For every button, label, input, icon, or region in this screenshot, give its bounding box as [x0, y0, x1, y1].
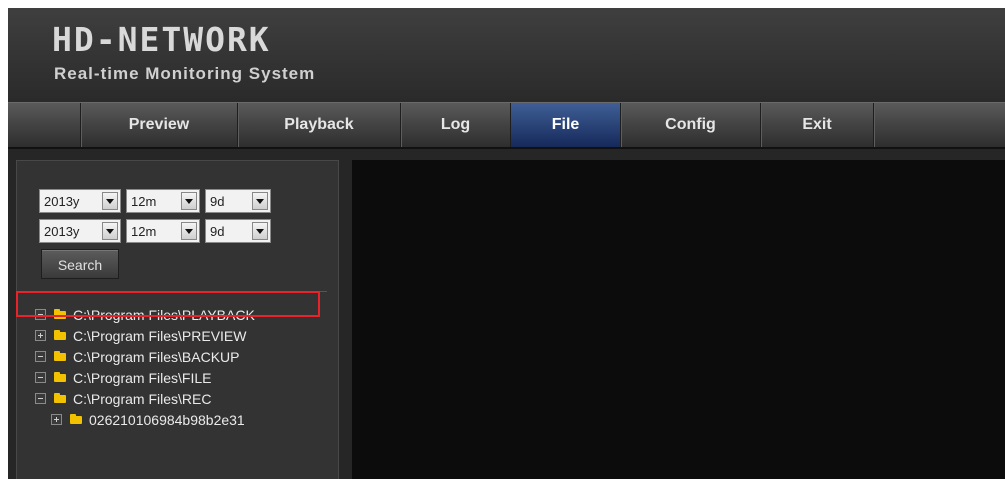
logo-subtitle: Real-time Monitoring System — [54, 64, 316, 83]
tree-item-label: C:\Program Files\REC — [73, 391, 212, 407]
search-button[interactable]: Search — [41, 249, 119, 279]
folder-icon — [54, 393, 66, 403]
end-year-value: 2013y — [44, 224, 80, 239]
end-month-value: 12m — [131, 224, 157, 239]
start-day-value: 9d — [210, 194, 225, 209]
header: HD-NETWORK Real-time Monitoring System — [8, 8, 1005, 103]
start-year-select[interactable]: 2013y — [39, 189, 121, 213]
tab-file[interactable]: File — [511, 103, 621, 147]
file-preview-area[interactable] — [352, 160, 1005, 479]
chevron-down-icon[interactable] — [181, 192, 197, 210]
folder-icon — [70, 414, 82, 424]
end-year-select[interactable]: 2013y — [39, 219, 121, 243]
folder-icon — [54, 330, 66, 340]
main-nav: Preview Playback Log File Config Exit — [8, 102, 1005, 149]
logo-title: HD-NETWORK — [52, 20, 271, 59]
end-month-select[interactable]: 12m — [126, 219, 200, 243]
start-month-select[interactable]: 12m — [126, 189, 200, 213]
tree-item-label: 026210106984b98b2e31 — [89, 412, 245, 428]
chevron-down-icon[interactable] — [252, 192, 268, 210]
nav-spacer — [8, 103, 81, 147]
tree-item-label: C:\Program Files\BACKUP — [73, 349, 240, 365]
expand-icon[interactable] — [51, 414, 62, 425]
expand-icon[interactable] — [35, 330, 46, 341]
chevron-down-icon[interactable] — [252, 222, 268, 240]
start-day-select[interactable]: 9d — [205, 189, 271, 213]
tab-config[interactable]: Config — [621, 103, 761, 147]
app-window: HD-NETWORK Real-time Monitoring System P… — [8, 8, 1005, 479]
collapse-icon[interactable] — [35, 351, 46, 362]
folder-icon — [54, 372, 66, 382]
collapse-icon[interactable] — [35, 393, 46, 404]
end-day-value: 9d — [210, 224, 225, 239]
chevron-down-icon[interactable] — [181, 222, 197, 240]
tree-item-label: C:\Program Files\FILE — [73, 370, 212, 386]
chevron-down-icon[interactable] — [102, 192, 118, 210]
tab-exit[interactable]: Exit — [761, 103, 874, 147]
folder-icon — [54, 351, 66, 361]
selection-highlight — [16, 291, 320, 317]
start-month-value: 12m — [131, 194, 157, 209]
start-year-value: 2013y — [44, 194, 80, 209]
tab-playback[interactable]: Playback — [238, 103, 401, 147]
tree-item-label: C:\Program Files\PREVIEW — [73, 328, 247, 344]
tab-preview[interactable]: Preview — [81, 103, 238, 147]
end-day-select[interactable]: 9d — [205, 219, 271, 243]
file-search-panel: 2013y 12m 9d 2013y 12m 9d Search C:\Prog… — [16, 160, 339, 479]
chevron-down-icon[interactable] — [102, 222, 118, 240]
collapse-icon[interactable] — [35, 372, 46, 383]
tab-log[interactable]: Log — [401, 103, 511, 147]
